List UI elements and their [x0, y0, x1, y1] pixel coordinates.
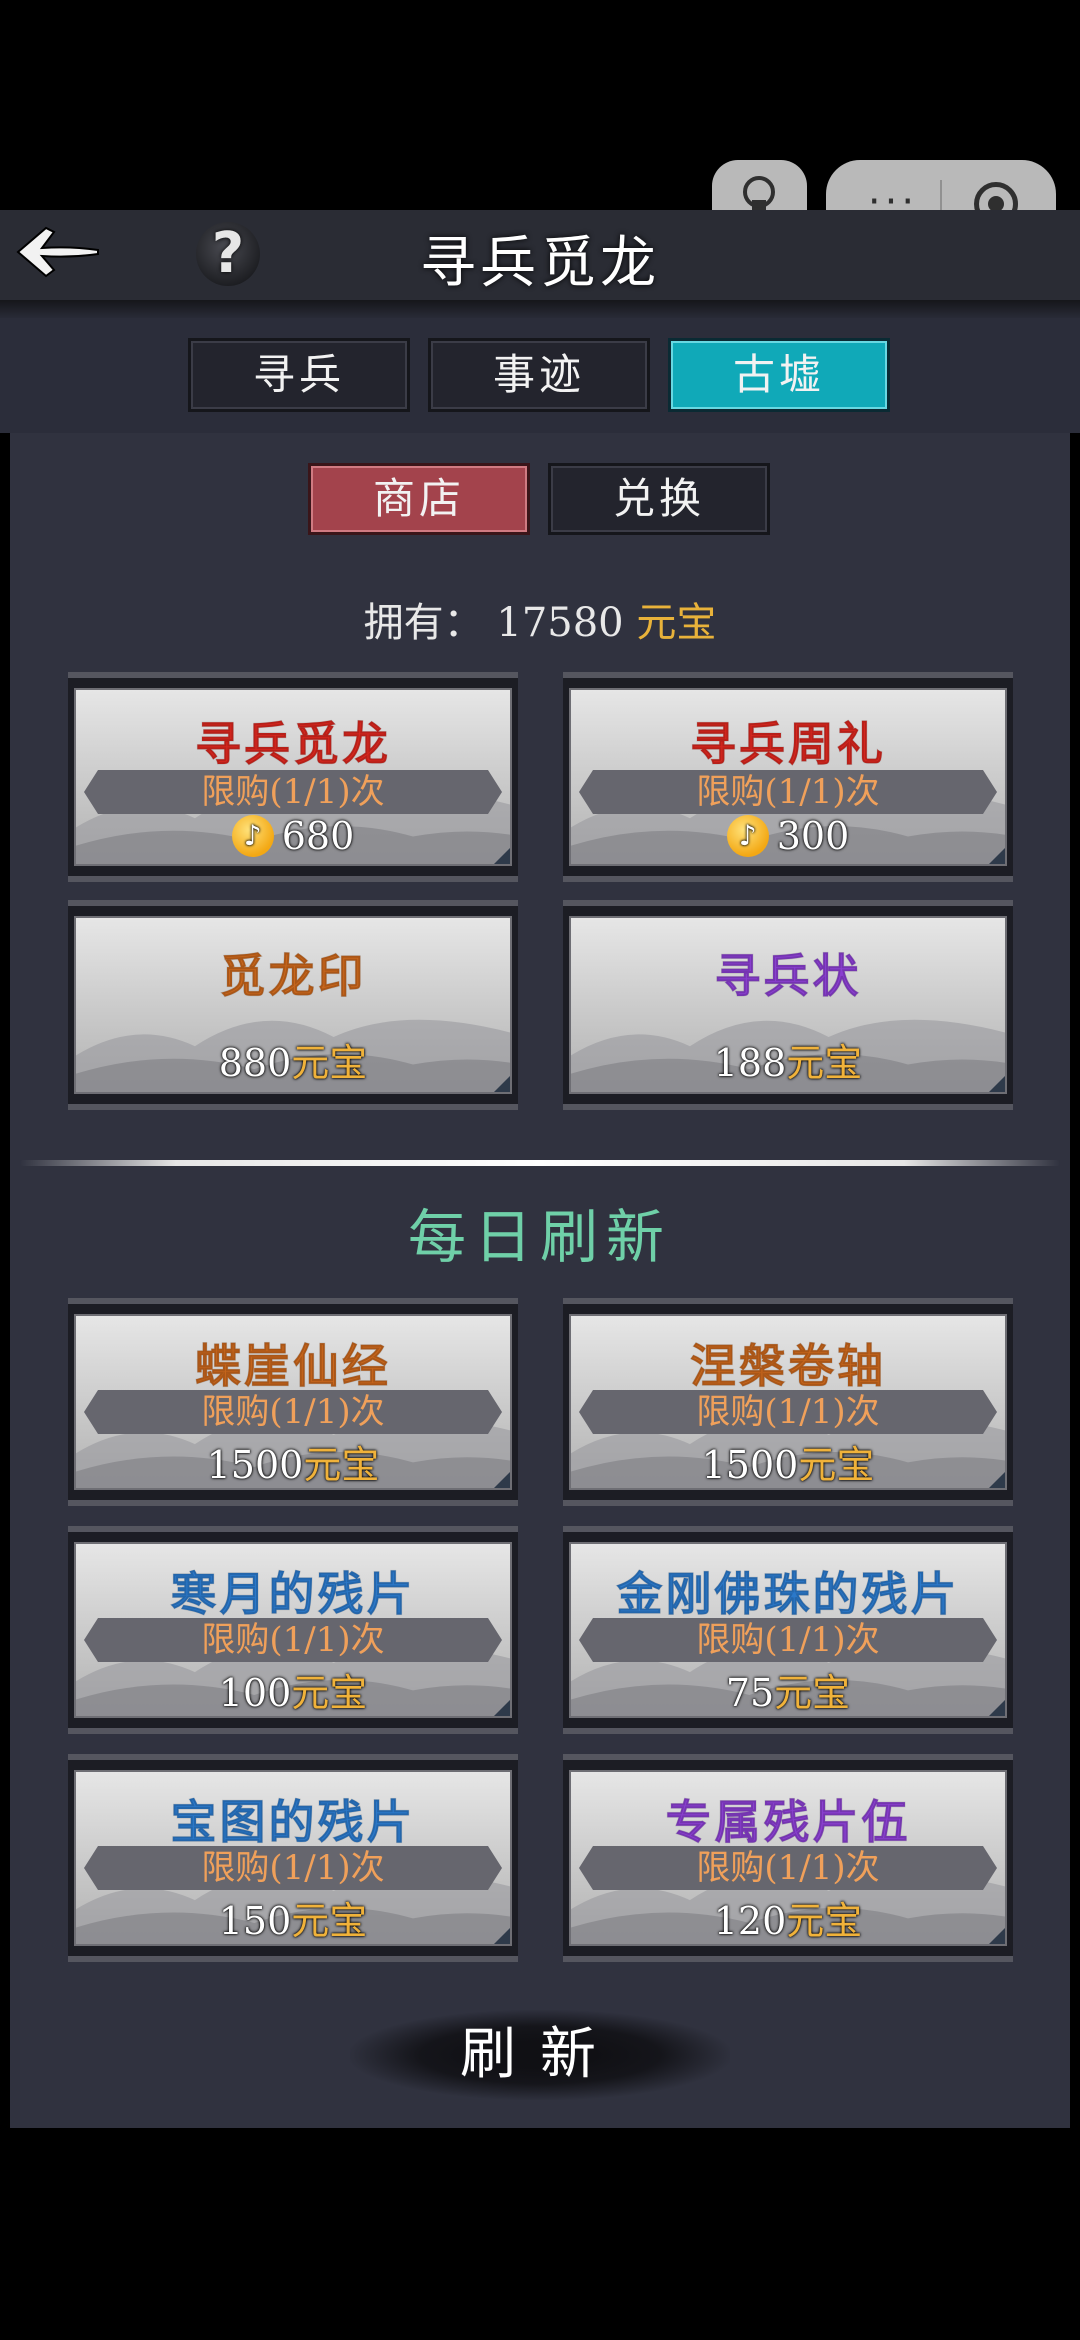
- item-name: 寒月的残片: [170, 1567, 416, 1622]
- header-shadow: [0, 300, 1080, 320]
- diamond-coin-icon: [231, 815, 274, 857]
- limit-banner: 限购(1/1)次: [84, 1390, 502, 1434]
- item-price: 680: [68, 814, 518, 858]
- price-unit: 元宝: [291, 1899, 368, 1943]
- item-price: 75元宝: [563, 1662, 1013, 1717]
- shop-card[interactable]: 寻兵觅龙 限购(1/1)次 680: [68, 672, 518, 882]
- limit-banner: 限购(1/1)次: [579, 770, 997, 814]
- item-name: 金刚佛珠的残片: [616, 1567, 960, 1622]
- subtab-shop[interactable]: 商店: [308, 463, 530, 535]
- item-price: 150元宝: [68, 1890, 518, 1945]
- price-unit: 元宝: [291, 1041, 368, 1085]
- balance-display: 拥有： 17580 元宝: [0, 590, 1080, 648]
- daily-card[interactable]: 涅槃卷轴 限购(1/1)次 1500元宝: [563, 1298, 1013, 1506]
- item-name: 寻兵状: [714, 949, 862, 1004]
- tab-xunbing[interactable]: 寻兵: [188, 338, 410, 412]
- price-value: 300: [776, 814, 850, 858]
- refresh-button[interactable]: 刷新: [350, 2010, 730, 2100]
- price-value: 150: [218, 1899, 292, 1943]
- price-unit: 元宝: [291, 1671, 368, 1715]
- price-value: 188: [713, 1041, 787, 1085]
- item-name: 寻兵周礼: [690, 717, 886, 772]
- limit-banner: 限购(1/1)次: [579, 1390, 997, 1434]
- price-unit: 元宝: [798, 1443, 875, 1487]
- item-price: 188元宝: [563, 1032, 1013, 1087]
- item-price: 1500元宝: [563, 1434, 1013, 1489]
- daily-card[interactable]: 寒月的残片 限购(1/1)次 100元宝: [68, 1526, 518, 1734]
- back-button[interactable]: [10, 222, 105, 282]
- diamond-coin-icon: [726, 815, 769, 857]
- subtab-exchange[interactable]: 兑换: [548, 463, 770, 535]
- shop-card[interactable]: 寻兵周礼 限购(1/1)次 300: [563, 672, 1013, 882]
- help-button[interactable]: ?: [196, 222, 260, 286]
- item-price: 100元宝: [68, 1662, 518, 1717]
- limit-banner: 限购(1/1)次: [579, 1846, 997, 1890]
- price-value: 100: [218, 1671, 292, 1715]
- daily-card[interactable]: 专属残片伍 限购(1/1)次 120元宝: [563, 1754, 1013, 1962]
- price-unit: 元宝: [303, 1443, 380, 1487]
- price-unit: 元宝: [786, 1041, 863, 1085]
- daily-card[interactable]: 宝图的残片 限购(1/1)次 150元宝: [68, 1754, 518, 1962]
- daily-card[interactable]: 蝶崖仙经 限购(1/1)次 1500元宝: [68, 1298, 518, 1506]
- section-divider: [20, 1160, 1060, 1166]
- price-value: 880: [218, 1041, 292, 1085]
- limit-banner: 限购(1/1)次: [84, 770, 502, 814]
- item-name: 宝图的残片: [170, 1795, 416, 1850]
- price-unit: 元宝: [786, 1899, 863, 1943]
- item-price: 1500元宝: [68, 1434, 518, 1489]
- tab-guxu[interactable]: 古墟: [668, 338, 890, 412]
- daily-card[interactable]: 金刚佛珠的残片 限购(1/1)次 75元宝: [563, 1526, 1013, 1734]
- item-price: 880元宝: [68, 1032, 518, 1087]
- item-name: 寻兵觅龙: [195, 717, 391, 772]
- item-name: 专属残片伍: [665, 1795, 911, 1850]
- limit-banner: 限购(1/1)次: [84, 1846, 502, 1890]
- balance-amount: 17580: [496, 600, 624, 646]
- item-price: 300: [563, 814, 1013, 858]
- item-name: 觅龙印: [219, 949, 367, 1004]
- price-value: 1500: [701, 1443, 799, 1487]
- daily-refresh-title: 每日刷新: [407, 1203, 672, 1271]
- balance-currency: 元宝: [636, 600, 717, 646]
- tab-shiji[interactable]: 事迹: [428, 338, 650, 412]
- price-value: 1500: [206, 1443, 304, 1487]
- balance-prefix: 拥有：: [363, 600, 484, 646]
- page-title: 寻兵觅龙: [420, 231, 660, 296]
- item-price: 120元宝: [563, 1890, 1013, 1945]
- back-arrow-icon: [16, 226, 99, 278]
- item-name: 蝶崖仙经: [195, 1339, 391, 1394]
- price-value: 680: [281, 814, 355, 858]
- limit-banner: 限购(1/1)次: [579, 1618, 997, 1662]
- item-name: 涅槃卷轴: [690, 1339, 886, 1394]
- price-unit: 元宝: [774, 1671, 851, 1715]
- price-value: 75: [725, 1671, 775, 1715]
- limit-banner: 限购(1/1)次: [84, 1618, 502, 1662]
- shop-card[interactable]: 觅龙印 880元宝: [68, 900, 518, 1110]
- bottom-area: [0, 2132, 1080, 2340]
- price-value: 120: [713, 1899, 787, 1943]
- shop-card[interactable]: 寻兵状 188元宝: [563, 900, 1013, 1110]
